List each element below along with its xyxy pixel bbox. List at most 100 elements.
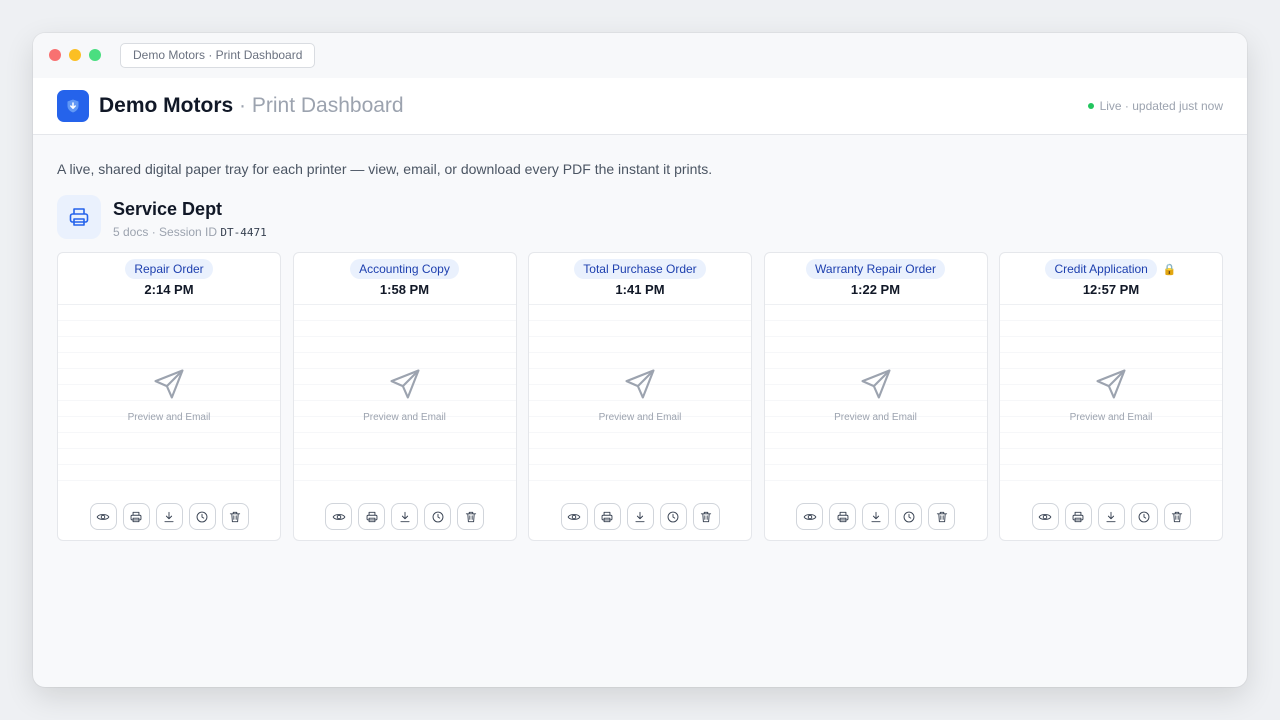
view-button[interactable] [1031,503,1059,530]
preview-and-email-button[interactable]: Preview and Email [764,305,987,485]
clock-icon [431,510,445,524]
card-header: Repair Order 2:14 PM [58,253,280,305]
preview-and-email-button[interactable]: Preview and Email [1000,305,1222,485]
card-actions [294,503,516,530]
print-button[interactable] [593,503,621,530]
live-status-text: Live · updated just now [1099,99,1223,113]
card-header: Credit Application 🔒 12:57 PM [1000,253,1222,305]
download-icon [162,510,176,524]
send-icon [152,367,186,406]
history-button[interactable] [424,503,451,530]
preview-label: Preview and Email [834,412,917,423]
download-button[interactable] [391,503,418,530]
minimize-window-button[interactable] [69,49,81,61]
download-button[interactable] [626,503,654,530]
trash-icon [935,510,949,524]
app-logo-icon [57,90,89,122]
clock-icon [902,510,916,524]
document-card: Warranty Repair Order 1:22 PM Preview and … [763,252,988,541]
card-actions [58,503,280,530]
doc-type-badge: Credit Application [1045,259,1157,279]
send-icon [623,367,657,406]
print-time: 12:57 PM [1082,282,1140,297]
print-button[interactable] [122,503,150,530]
department-title: Service Dept [113,199,223,219]
send-icon [859,367,893,406]
print-time: 1:22 PM [850,282,901,297]
card-actions [765,503,987,530]
trash-icon [699,510,713,524]
doc-type-badge: Total Purchase Order [574,259,706,279]
page-title: Demo Motors · Print Dashboard [99,94,404,118]
intro-text: A live, shared digital paper tray for ea… [57,161,713,177]
preview-and-email-button[interactable]: Preview and Email [529,305,751,485]
download-icon [398,510,412,524]
document-cards: Repair Order 2:14 PM Preview and Email Acco… [57,252,1223,541]
view-button[interactable] [89,503,117,530]
clock-icon [666,510,680,524]
printer-icon [600,510,614,524]
preview-label: Preview and Email [363,412,446,423]
app-header: Demo Motors · Print Dashboard Live · upd… [33,78,1247,135]
doc-type-badge: Repair Order [125,259,213,279]
doc-type-badge: Accounting Copy [350,259,459,279]
preview-and-email-button[interactable]: Preview and Email [293,305,516,485]
live-status: Live · updated just now [1087,99,1223,113]
trash-icon [1170,510,1184,524]
eye-icon [1038,510,1052,524]
delete-button[interactable] [692,503,720,530]
eye-icon [803,510,817,524]
address-bar[interactable]: Demo Motors · Print Dashboard [120,43,316,68]
brand-name: Demo Motors [99,94,234,117]
doc-type-row: Credit Application 🔒 [1045,259,1177,279]
clock-icon [195,510,209,524]
download-button[interactable] [1097,503,1125,530]
printer-icon [836,510,850,524]
view-button[interactable] [796,503,823,530]
send-icon [388,367,422,406]
send-icon [1094,367,1128,406]
brand-subtitle: Print Dashboard [251,94,404,117]
download-icon [1104,510,1118,524]
preview-label: Preview and Email [1069,412,1153,423]
doc-type-row: Repair Order [125,259,213,279]
doc-type-badge: Warranty Repair Order [806,259,945,279]
eye-icon [567,510,581,524]
delete-button[interactable] [221,503,249,530]
print-button[interactable] [829,503,856,530]
history-button[interactable] [659,503,687,530]
delete-button[interactable] [928,503,955,530]
preview-and-email-button[interactable]: Preview and Email [58,305,280,485]
delete-button[interactable] [1163,503,1191,530]
eye-icon [96,510,110,524]
trash-icon [228,510,242,524]
session-id: DT-4471 [220,226,267,239]
printer-icon [365,510,379,524]
doc-count: 5 docs · Session ID [113,225,221,239]
print-button[interactable] [1064,503,1092,530]
title-separator: · [233,94,252,117]
history-button[interactable] [1130,503,1158,530]
preview-label: Preview and Email [127,412,211,423]
view-button[interactable] [560,503,588,530]
doc-type-row: Total Purchase Order [574,259,706,279]
eye-icon [332,510,346,524]
print-button[interactable] [358,503,385,530]
view-button[interactable] [325,503,352,530]
history-button[interactable] [188,503,216,530]
print-time: 1:58 PM [379,282,430,297]
clock-icon [1137,510,1151,524]
download-button[interactable] [862,503,889,530]
title-bar: Demo Motors · Print Dashboard [33,33,1247,78]
history-button[interactable] [895,503,922,530]
download-button[interactable] [155,503,183,530]
live-indicator-dot [1087,103,1094,109]
delete-button[interactable] [457,503,484,530]
print-time: 1:41 PM [615,282,665,297]
print-time: 2:14 PM [144,282,194,297]
close-window-button[interactable] [49,49,61,61]
trash-icon [464,510,478,524]
maximize-window-button[interactable] [89,49,101,61]
card-header: Warranty Repair Order 1:22 PM [764,253,987,305]
lock-icon: 🔒 [1162,263,1177,276]
